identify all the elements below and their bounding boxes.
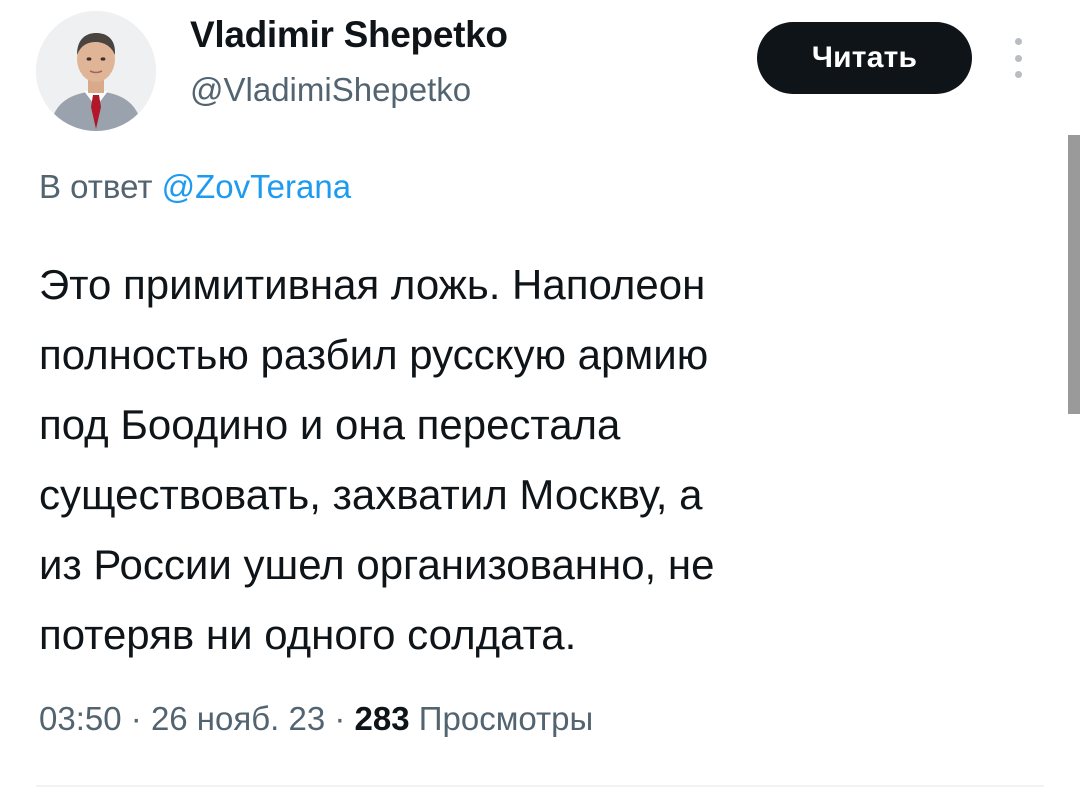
views-label: Просмотры <box>418 700 594 737</box>
views-count: 283 <box>354 700 410 737</box>
reply-context: В ответ @ZovTerana <box>39 168 351 206</box>
tweet-text-line: из России ушел организованно, не <box>39 541 715 588</box>
divider <box>36 785 1044 787</box>
avatar-image <box>36 11 156 131</box>
tweet-text: Это примитивная ложь. Наполеон полностью… <box>39 250 1039 670</box>
meta-separator: · <box>334 700 346 737</box>
more-dot <box>1014 54 1022 62</box>
tweet-card: Vladimir Shepetko @VladimiShepetko Читат… <box>0 0 1080 793</box>
meta-separator: · <box>130 700 142 737</box>
reply-mention-link[interactable]: @ZovTerana <box>162 168 351 205</box>
more-dot <box>1014 71 1022 78</box>
tweet-time[interactable]: 03:50 <box>39 700 122 737</box>
more-dot <box>1014 38 1022 45</box>
tweet-text-line: Это примитивная ложь. Наполеон <box>39 261 706 308</box>
scrollbar[interactable] <box>1068 135 1080 414</box>
follow-button[interactable]: Читать <box>757 22 972 94</box>
author-handle[interactable]: @VladimiShepetko <box>190 71 471 109</box>
more-vertical-icon[interactable] <box>1008 38 1028 78</box>
tweet-text-line: под Боодино и она перестала <box>39 401 621 448</box>
tweet-text-line: существовать, захватил Москву, а <box>39 471 703 518</box>
tweet-text-line: потеряв ни одного солдата. <box>39 611 577 658</box>
tweet-meta: 03:50 · 26 нояб. 23 · 283 Просмотры <box>39 700 593 738</box>
author-display-name[interactable]: Vladimir Shepetko <box>190 14 508 56</box>
tweet-date[interactable]: 26 нояб. 23 <box>151 700 325 737</box>
reply-prefix: В ответ <box>39 168 153 205</box>
avatar[interactable] <box>36 11 156 131</box>
tweet-text-line: полностью разбил русскую армию <box>39 331 709 378</box>
